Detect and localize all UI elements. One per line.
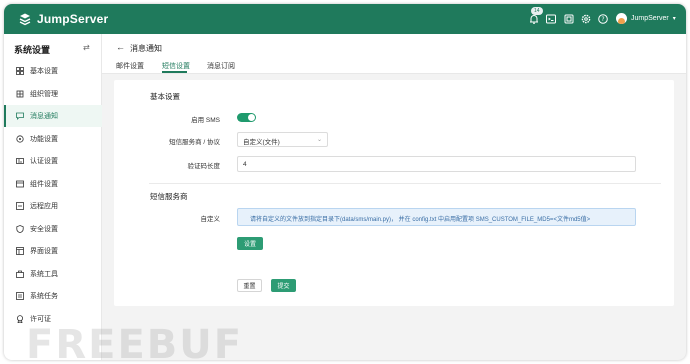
terminal-icon[interactable] — [545, 13, 557, 25]
enable-sms-label: 启用 SMS — [191, 117, 220, 124]
sidebar-item-label: 基本设置 — [30, 68, 58, 75]
grid-icon — [16, 67, 24, 75]
shield-icon — [16, 224, 24, 233]
sidebar-item-label: 组件设置 — [30, 180, 58, 188]
code-length-label: 验证码长度 — [187, 163, 221, 170]
sidebar-title: 系统设置 — [14, 45, 51, 55]
reset-button[interactable]: 重置 — [237, 279, 262, 292]
brand-logo[interactable]: JumpServer — [18, 12, 108, 26]
sidebar-item-label: 功能设置 — [30, 135, 58, 143]
org-icon — [16, 90, 24, 98]
sidebar-item-label: 安全设置 — [30, 225, 58, 233]
freebuf-watermark: FREEBUF — [26, 322, 244, 360]
help-icon[interactable]: ? — [597, 13, 609, 25]
remote-app-icon — [16, 202, 24, 210]
function-icon — [16, 134, 24, 143]
sidebar-item[interactable]: 远程应用 — [4, 195, 102, 217]
code-length-value: 4 — [243, 161, 247, 168]
sidebar-item[interactable]: 认证设置 — [4, 150, 102, 172]
sidebar-item[interactable]: 界面设置 — [4, 240, 102, 262]
auth-icon — [16, 157, 24, 165]
window-icon[interactable] — [563, 13, 575, 25]
sidebar-item-label: 系统工具 — [30, 270, 58, 278]
provider-select[interactable]: 自定义(文件) ⌄ — [237, 132, 328, 147]
sidebar-item[interactable]: 消息通知 — [4, 105, 102, 127]
active-tab-indicator — [162, 71, 187, 73]
sidebar-item[interactable]: 组织管理 — [4, 83, 102, 105]
sidebar-item-label: 认证设置 — [30, 158, 58, 165]
sidebar-item[interactable]: 系统任务 — [4, 285, 102, 307]
provider-select-value: 自定义(文件) — [243, 139, 280, 146]
provider-label: 短信服务商 / 协议 — [169, 139, 220, 146]
task-icon — [16, 292, 24, 300]
custom-help-text: 请将自定义的文件放到指定目录下(data/sms/main.py)， 并在 co… — [250, 217, 591, 223]
message-icon — [16, 112, 24, 120]
settings-button[interactable]: 设置 — [237, 237, 263, 250]
sidebar-item[interactable]: 组件设置 — [4, 173, 102, 195]
gear-icon[interactable] — [580, 13, 592, 25]
custom-help-alert: 请将自定义的文件放到指定目录下(data/sms/main.py)， 并在 co… — [237, 208, 636, 226]
svg-text:?: ? — [601, 16, 604, 23]
license-icon — [16, 314, 24, 323]
sidebar-item[interactable]: 功能设置 — [4, 128, 102, 150]
sidebar-item-label: 系统任务 — [30, 293, 58, 300]
sidebar-item-label: 组织管理 — [30, 90, 58, 98]
sidebar-item-label: 消息通知 — [30, 113, 58, 120]
sidebar: 系统设置 ⇄ 基本设置组织管理消息通知功能设置认证设置组件设置远程应用安全设置界… — [4, 34, 102, 360]
back-arrow-icon[interactable]: ← — [116, 42, 125, 52]
page-header: ← 消息通知 邮件设置 短信设置 消息订阅 — [102, 34, 686, 74]
sidebar-item-label: 界面设置 — [30, 248, 58, 255]
section-provider-title: 短信服务商 — [150, 192, 188, 201]
chevron-down-icon: ⌄ — [316, 137, 322, 143]
collapse-sidebar-icon[interactable]: ⇄ — [83, 43, 90, 52]
tab-message-subscription[interactable]: 消息订阅 — [207, 61, 235, 71]
sidebar-item[interactable]: 系统工具 — [4, 263, 102, 285]
top-header: JumpServer 14 ? JumpServer ▾ — [4, 4, 686, 34]
app-window: JumpServer 14 ? JumpServer ▾ 系统设置 ⇄ 基本设置… — [4, 4, 686, 360]
section-basic-title: 基本设置 — [150, 92, 180, 101]
user-name: JumpServer — [631, 15, 669, 22]
toolbox-icon — [16, 270, 24, 278]
jumpserver-logo-icon — [19, 13, 31, 26]
brand-name: JumpServer — [37, 12, 109, 26]
interface-icon — [16, 247, 24, 255]
sidebar-item-label: 远程应用 — [30, 203, 58, 210]
user-menu[interactable]: JumpServer ▾ — [616, 13, 676, 24]
avatar — [616, 13, 627, 24]
chevron-down-icon: ▾ — [672, 16, 676, 22]
enable-sms-toggle[interactable] — [237, 113, 256, 122]
custom-label: 自定义 — [200, 216, 221, 223]
section-divider — [149, 183, 661, 184]
tab-email-settings[interactable]: 邮件设置 — [116, 61, 144, 71]
page-title: 消息通知 — [130, 44, 162, 53]
sidebar-item[interactable]: 基本设置 — [4, 60, 102, 82]
component-icon — [16, 180, 24, 188]
sms-settings-card: 基本设置 启用 SMS 短信服务商 / 协议 自定义(文件) ⌄ 验证码长度 4… — [114, 80, 674, 306]
code-length-input[interactable]: 4 — [237, 156, 636, 172]
sidebar-item[interactable]: 安全设置 — [4, 218, 102, 240]
submit-button[interactable]: 提交 — [271, 279, 296, 292]
notification-badge: 14 — [531, 7, 543, 15]
tab-sms-settings[interactable]: 短信设置 — [162, 61, 190, 71]
